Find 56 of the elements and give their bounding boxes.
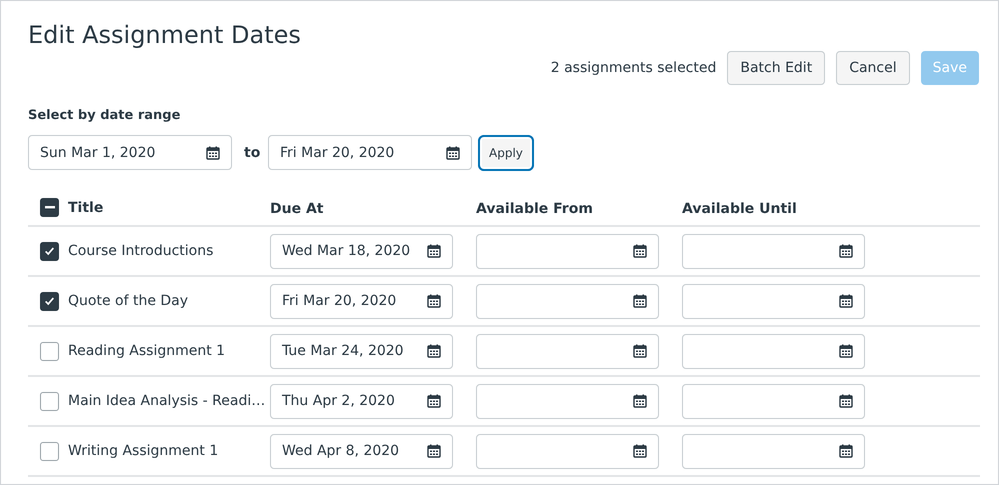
assignment-title: Writing Assignment 1 <box>68 443 218 459</box>
calendar-icon[interactable] <box>427 444 441 458</box>
calendar-icon[interactable] <box>427 244 441 258</box>
calendar-icon[interactable] <box>633 394 647 408</box>
date-field[interactable] <box>682 384 865 418</box>
date-field[interactable] <box>476 434 659 468</box>
row-checkbox[interactable] <box>40 342 59 360</box>
column-header: Due At <box>270 201 324 217</box>
calendar-icon[interactable] <box>839 444 853 458</box>
calendar-icon[interactable] <box>427 294 441 308</box>
date-field[interactable] <box>682 234 865 268</box>
date-field[interactable] <box>682 284 865 318</box>
calendar-icon[interactable] <box>633 294 647 308</box>
calendar-icon[interactable] <box>633 344 647 358</box>
assignment-title: Quote of the Day <box>68 293 188 309</box>
date-field[interactable] <box>682 334 865 368</box>
calendar-icon[interactable] <box>633 444 647 458</box>
date-field[interactable] <box>476 384 659 418</box>
calendar-icon[interactable] <box>446 146 460 160</box>
date-field[interactable] <box>476 284 659 318</box>
date-range-label: Select by date range <box>28 107 182 125</box>
dash-icon <box>44 206 54 209</box>
select-all-checkbox[interactable] <box>40 198 59 217</box>
date-field[interactable]: Sun Mar 1, 2020 <box>28 135 232 170</box>
column-header: Available Until <box>682 201 797 217</box>
date-field[interactable]: Tue Mar 24, 2020 <box>270 334 453 368</box>
calendar-icon[interactable] <box>839 294 853 308</box>
apply-button[interactable]: Apply <box>479 136 533 170</box>
assignment-title: Course Introductions <box>68 243 214 259</box>
date-field[interactable] <box>682 434 865 468</box>
calendar-icon[interactable] <box>633 244 647 258</box>
assignment-title: Main Idea Analysis - Readi… <box>68 393 266 409</box>
column-header: Available From <box>476 201 593 217</box>
calendar-icon[interactable] <box>427 394 441 408</box>
date-field[interactable]: Fri Mar 20, 2020 <box>268 135 472 170</box>
row-checkbox[interactable] <box>40 442 59 460</box>
calendar-icon[interactable] <box>839 394 853 408</box>
assignment-title: Reading Assignment 1 <box>68 343 226 359</box>
action-button[interactable]: Cancel <box>836 51 910 85</box>
action-button[interactable]: Batch Edit <box>727 51 826 85</box>
row-checkbox[interactable] <box>40 392 59 410</box>
column-header: Title <box>68 200 104 216</box>
calendar-icon[interactable] <box>427 344 441 358</box>
selection-count: 2 assignments selected <box>550 60 716 76</box>
date-field[interactable] <box>476 234 659 268</box>
date-field[interactable]: Thu Apr 2, 2020 <box>270 384 453 418</box>
row-checkbox[interactable] <box>40 242 59 260</box>
calendar-icon[interactable] <box>206 146 220 160</box>
page-title: Edit Assignment Dates <box>28 20 302 51</box>
calendar-icon[interactable] <box>839 244 853 258</box>
date-field[interactable]: Fri Mar 20, 2020 <box>270 284 453 318</box>
date-field[interactable]: Wed Apr 8, 2020 <box>270 434 453 468</box>
date-field[interactable]: Wed Mar 18, 2020 <box>270 234 453 268</box>
calendar-icon[interactable] <box>839 344 853 358</box>
date-field[interactable] <box>476 334 659 368</box>
row-checkbox[interactable] <box>40 292 59 310</box>
